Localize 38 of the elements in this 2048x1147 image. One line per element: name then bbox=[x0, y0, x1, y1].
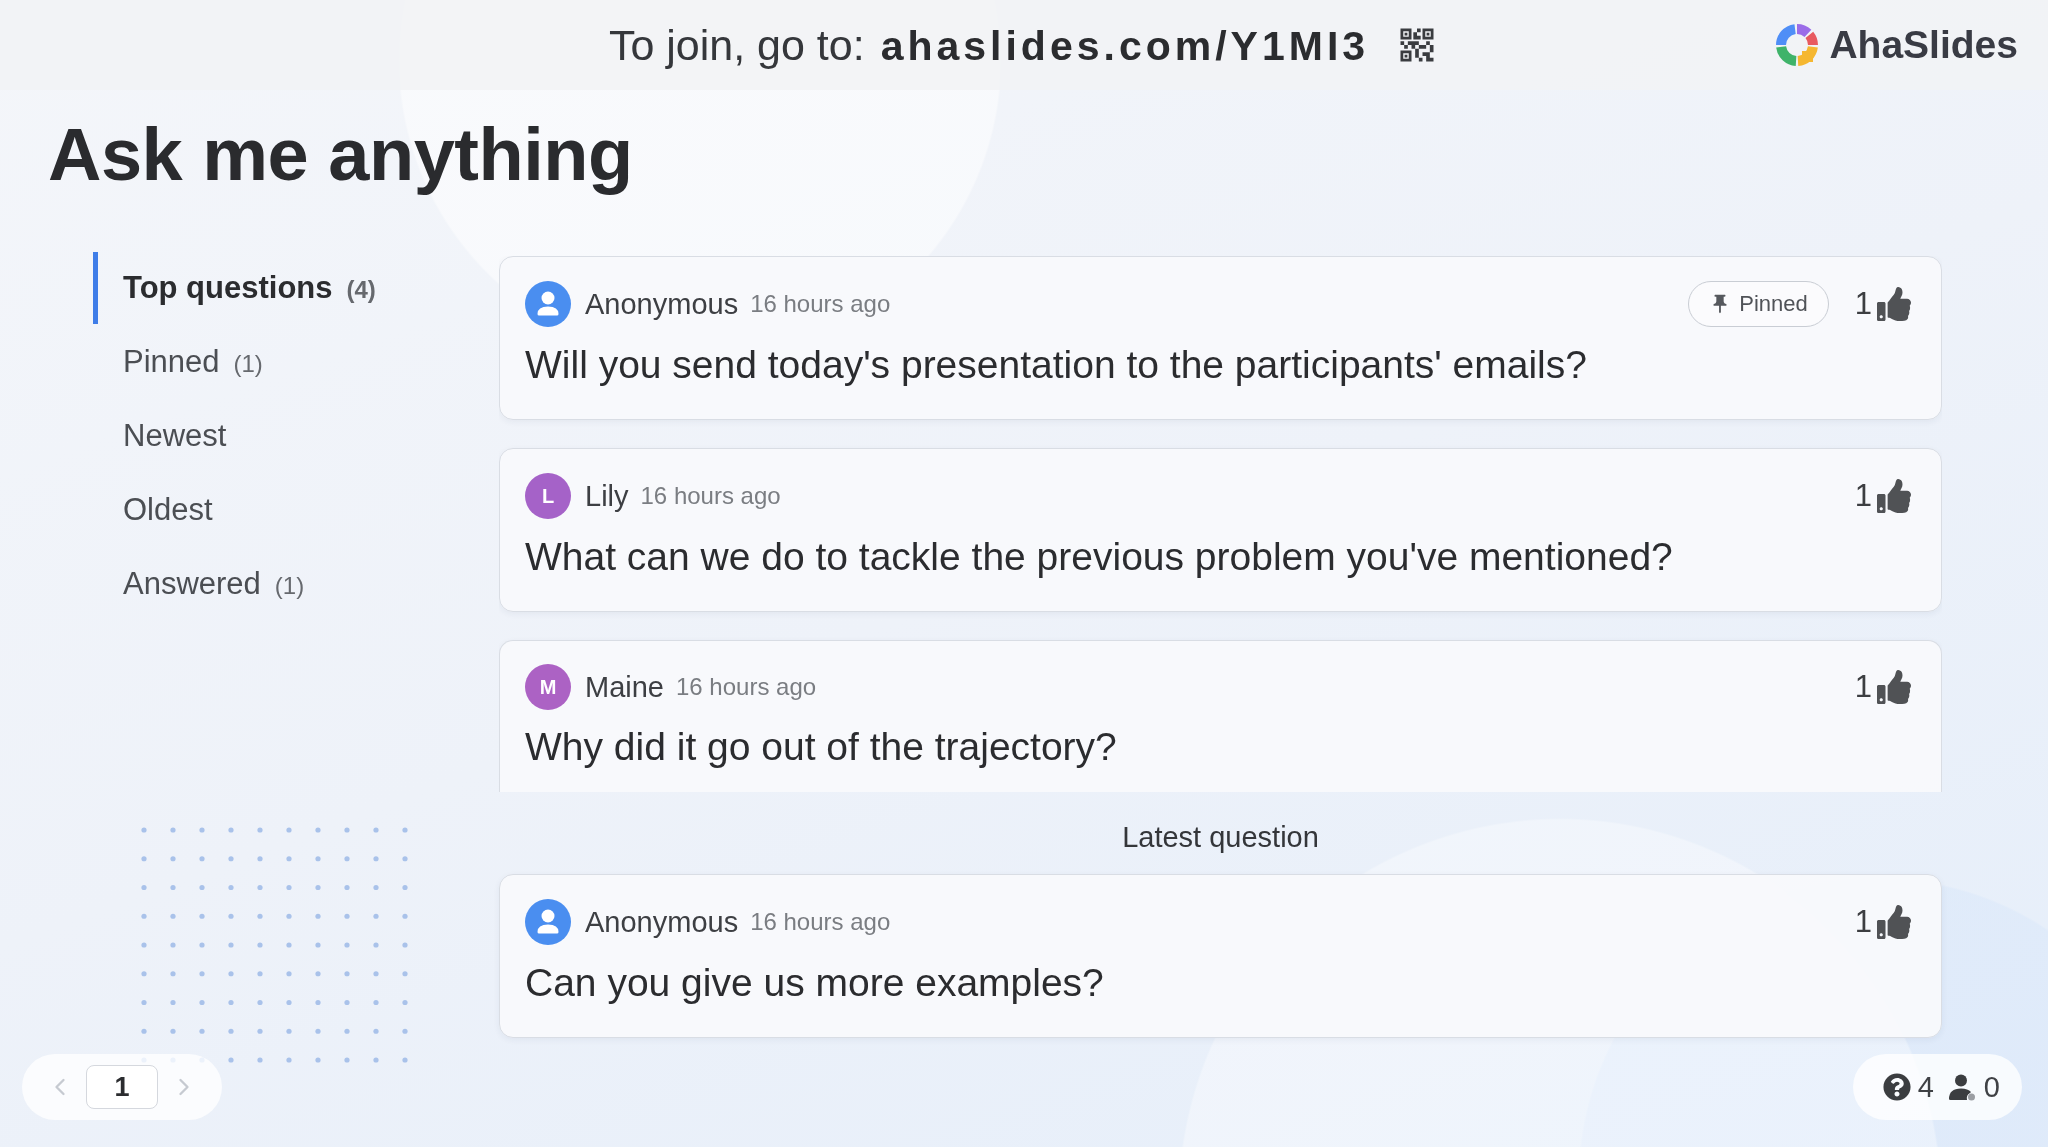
question-text: Why did it go out of the trajectory? bbox=[525, 724, 1118, 770]
thumbs-up-icon bbox=[1877, 287, 1911, 321]
like-count: 1 bbox=[1854, 478, 1872, 514]
question-mark-icon bbox=[1882, 1073, 1911, 1101]
author-name: Maine bbox=[585, 670, 664, 704]
like-count: 1 bbox=[1854, 669, 1872, 705]
like-count: 1 bbox=[1854, 286, 1872, 322]
author-name: Lily bbox=[585, 479, 629, 513]
page-number[interactable]: 1 bbox=[86, 1065, 158, 1109]
sidebar-tab[interactable]: Answered (1) bbox=[93, 548, 315, 620]
participant-count: 0 bbox=[1983, 1070, 2000, 1104]
latest-question-heading: Latest question bbox=[1122, 822, 1319, 852]
user-avatar: L bbox=[525, 473, 571, 519]
question-count: 4 bbox=[1917, 1070, 1934, 1104]
author-name: Anonymous bbox=[585, 287, 739, 321]
author-name: Anonymous bbox=[585, 905, 739, 939]
logo-icon bbox=[1775, 23, 1820, 67]
sidebar-tab[interactable]: Newest bbox=[93, 400, 237, 472]
sidebar-tab[interactable]: Top questions (4) bbox=[93, 252, 386, 324]
thumbs-up-icon bbox=[1877, 670, 1911, 704]
logo-text: AhaSlides bbox=[1829, 23, 2018, 67]
question-time: 16 hours ago bbox=[750, 908, 891, 936]
question-time: 16 hours ago bbox=[676, 673, 817, 701]
user-avatar: M bbox=[525, 664, 571, 710]
sidebar-tab[interactable]: Pinned (1) bbox=[93, 326, 273, 398]
question-text: What can we do to tackle the previous problem you've mentioned? bbox=[525, 534, 1674, 580]
page-title: Ask me anything bbox=[48, 112, 633, 198]
thumbs-up-icon bbox=[1877, 479, 1911, 513]
question-text: Will you send today's presentation to the participants' emails? bbox=[525, 342, 1588, 388]
question-text: Can you give us more examples? bbox=[525, 960, 1105, 1006]
join-instruction: To join, go to: ahaslides.com/Y1MI3 bbox=[608, 20, 1370, 70]
user-icon bbox=[1947, 1073, 1976, 1101]
like-count: 1 bbox=[1854, 904, 1872, 940]
question-time: 16 hours ago bbox=[640, 482, 781, 510]
thumbs-up-icon bbox=[1877, 905, 1911, 939]
question-time: 16 hours ago bbox=[750, 290, 891, 318]
pinned-label: Pinned bbox=[1739, 291, 1808, 317]
sidebar-tab[interactable]: Oldest bbox=[93, 474, 223, 546]
